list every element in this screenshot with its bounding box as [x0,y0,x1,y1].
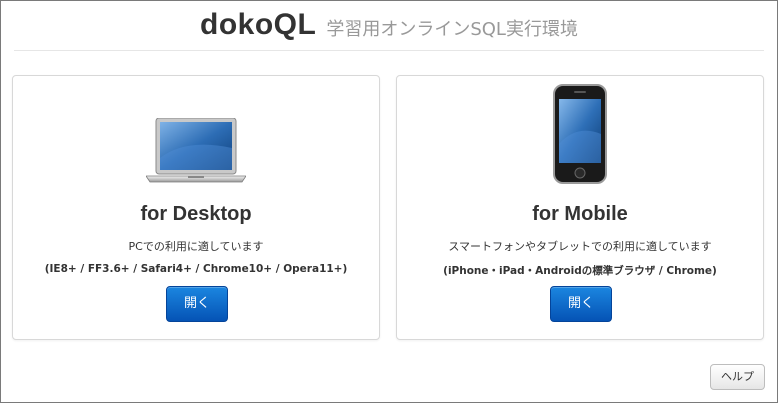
mobile-title: for Mobile [532,203,628,225]
open-desktop-button[interactable]: 開く [166,286,228,322]
help-button[interactable]: ヘルプ [710,364,765,390]
mobile-description: スマートフォンやタブレットでの利用に適しています [448,240,712,253]
brand-tagline: 学習用オンラインSQL実行環境 [326,19,578,40]
page-header: dokoQL 学習用オンラインSQL実行環境 [14,0,764,51]
laptop-icon [13,82,379,184]
open-mobile-button[interactable]: 開く [550,286,612,322]
desktop-requirements: (IE8+ / FF3.6+ / Safari4+ / Chrome10+ / … [44,263,348,275]
desktop-card: for Desktop PCでの利用に適しています (IE8+ / FF3.6+… [12,75,380,340]
mobile-requirements: (iPhone・iPad・Androidの標準ブラウザ / Chrome) [443,265,717,277]
desktop-title: for Desktop [140,203,252,225]
brand-logo: dokoQL [200,8,317,41]
desktop-description: PCでの利用に適しています [128,240,264,253]
mobile-card: for Mobile スマートフォンやタブレットでの利用に適しています (iPh… [396,75,764,340]
smartphone-icon [397,82,763,184]
